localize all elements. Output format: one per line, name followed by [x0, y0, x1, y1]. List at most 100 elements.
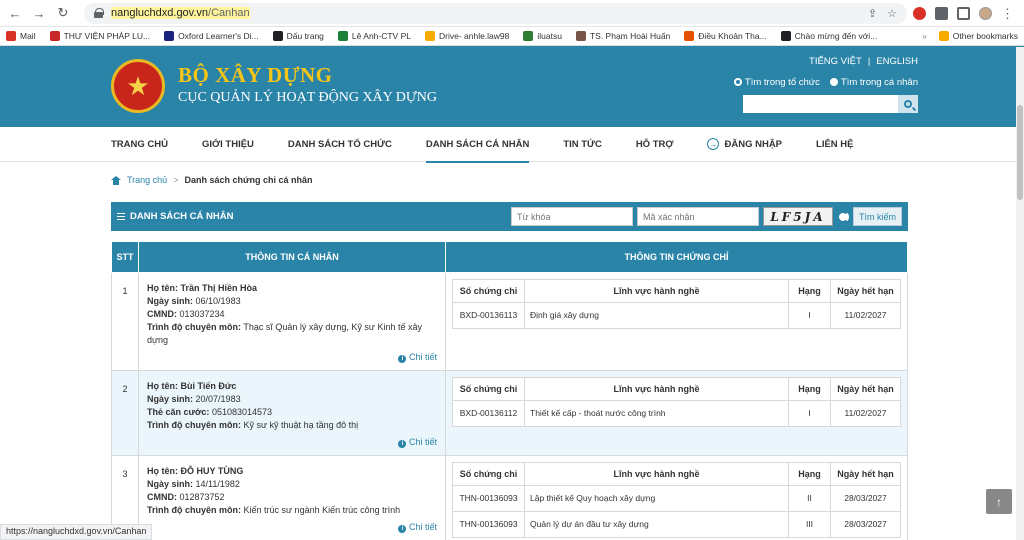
share-icon[interactable]: ⇪	[868, 7, 877, 20]
bookmarks-more[interactable]: »	[922, 31, 927, 41]
bookmark-item[interactable]: THƯ VIỆN PHÁP LU...	[49, 31, 150, 41]
nav-item[interactable]: DANH SÁCH TỔ CHỨC	[288, 127, 392, 162]
other-bookmarks[interactable]: Other bookmarks	[938, 31, 1018, 41]
cert-info: Số chứng chỉ Lĩnh vực hành nghề Hạng Ngày h…	[445, 455, 908, 540]
info-icon: i	[398, 525, 407, 533]
cert-col-expiry: Ngày hết hạn	[830, 377, 901, 401]
site-header: ★ BỘ XÂY DỰNG CỤC QUẢN LÝ HOẠT ĐỘNG XÂY …	[0, 46, 1024, 127]
cert-col-expiry: Ngày hết hạn	[830, 462, 901, 486]
site-title[interactable]: BỘ XÂY DỰNG	[178, 63, 332, 88]
person-id: 012873752	[179, 492, 225, 502]
person-id: 013037234	[179, 309, 225, 319]
bookmark-item[interactable]: iluatsu	[523, 31, 562, 41]
row-stt: 1	[111, 272, 139, 371]
bookmark-label: Chào mừng đến với...	[794, 31, 878, 41]
bookmark-icon	[780, 31, 791, 41]
menu-icon[interactable]: ⋮	[1001, 7, 1014, 20]
cert-col-rank: Hạng	[788, 279, 831, 303]
bookmark-item[interactable]: Lê Anh-CTV PL	[337, 31, 411, 41]
bookmark-icon	[164, 31, 175, 41]
star-icon: ★	[126, 71, 150, 101]
nav-item[interactable]: DANH SÁCH CÁ NHÂN	[425, 127, 530, 163]
cert-col-number: Số chứng chỉ	[452, 462, 525, 486]
nav-item[interactable]: HỖ TRỢ	[636, 127, 674, 162]
radio-icon[interactable]	[829, 78, 838, 86]
forward-icon[interactable]: →	[30, 4, 48, 22]
cert-col-field: Lĩnh vực hành nghề	[524, 462, 789, 486]
header-search-input[interactable]	[743, 95, 898, 113]
puzzle-icon[interactable]	[935, 6, 948, 20]
url-path: /Canhan	[208, 7, 250, 19]
bookmark-icon	[424, 31, 435, 41]
cert-row: THN-00136093 Quản lý dự án đầu tư xây dựn…	[452, 511, 901, 538]
address-bar[interactable]: nangluchdxd.gov.vn/Canhan ⇪ ☆	[84, 2, 907, 24]
extension-icon[interactable]	[913, 6, 926, 20]
cert-number: BXD-00136112	[452, 400, 525, 427]
id-label: Thẻ căn cước:	[147, 407, 210, 417]
bookmark-item[interactable]: Điều Khoản Tha...	[684, 31, 767, 41]
scroll-thumb[interactable]	[1017, 105, 1023, 200]
bookmark-item[interactable]: Chào mừng đến với...	[780, 31, 878, 41]
cert-number: BXD-00136113	[452, 302, 525, 329]
url-text[interactable]: nangluchdxd.gov.vn/Canhan	[111, 7, 250, 19]
profile-avatar[interactable]	[979, 6, 992, 20]
bookmark-item[interactable]: TS. Phạm Hoài Huấn	[575, 31, 671, 41]
cert-expiry: 11/02/2027	[830, 302, 901, 329]
bookmark-item[interactable]: Oxford Learner's Di...	[164, 31, 259, 41]
home-icon[interactable]	[111, 175, 121, 185]
nav-item[interactable]: GIỚI THIỆU	[202, 127, 254, 162]
cert-expiry: 28/03/2027	[830, 485, 901, 512]
header-search-button[interactable]	[898, 95, 918, 113]
captcha-input[interactable]	[637, 207, 759, 226]
detail-link[interactable]: i Chi tiết	[147, 521, 437, 534]
reload-icon[interactable]: ↻	[54, 4, 72, 22]
bookmark-icon	[337, 31, 348, 41]
breadcrumb-home[interactable]: Trang chủ	[127, 175, 167, 185]
cert-rank: II	[788, 485, 831, 512]
scope-org-option[interactable]: Tìm trong tổ chức	[733, 77, 820, 88]
nav-item[interactable]: LIÊN HỆ	[816, 127, 853, 162]
table-row: 1 Họ tên: Trần Thị Hiền Hòa Ngày sinh: 06/…	[111, 272, 908, 371]
cert-table: Số chứng chỉ Lĩnh vực hành nghề Hạng Ngày h…	[452, 377, 901, 427]
scope-person-label: Tìm trong cá nhân	[840, 77, 918, 88]
back-icon[interactable]: ←	[6, 4, 24, 22]
nav-item[interactable]: TIN TỨC	[563, 127, 602, 162]
detail-label: Chi tiết	[408, 352, 437, 362]
star-icon[interactable]: ☆	[887, 7, 897, 20]
list-toolbar: DANH SÁCH CÁ NHÂN LF5JA Tìm kiếm	[111, 202, 908, 231]
bookmark-item[interactable]: Drive- anhle.law98	[424, 31, 509, 41]
person-dob: 06/10/1983	[195, 296, 241, 306]
breadcrumb-current: Danh sách chứng chỉ cá nhân	[184, 175, 313, 185]
captcha-image: LF5JA	[763, 207, 833, 226]
lang-vietnamese[interactable]: TIẾNG VIỆT	[809, 56, 862, 67]
detail-label: Chi tiết	[408, 522, 437, 532]
back-to-top-button[interactable]: ↑	[986, 489, 1012, 514]
national-emblem-logo[interactable]: ★	[111, 59, 165, 113]
dob-line: Ngày sinh: 14/11/1982	[147, 478, 437, 491]
nav-item[interactable]: TRANG CHỦ	[111, 127, 168, 162]
nav-item-label: LIÊN HỆ	[816, 138, 854, 150]
table-row: 3 Họ tên: ĐỖ HUY TÙNG Ngày sinh: 14/11/198…	[111, 455, 908, 540]
detail-link[interactable]: i Chi tiết	[147, 351, 437, 364]
bookmark-item[interactable]: Mail	[6, 31, 36, 41]
cert-expiry: 11/02/2027	[830, 400, 901, 427]
detail-link[interactable]: i Chi tiết	[147, 436, 437, 449]
person-edu: Kiến trúc sư ngành Kiến trúc công trình	[243, 505, 401, 515]
bookmark-label: Oxford Learner's Di...	[178, 31, 259, 41]
edu-line: Trình độ chuyên môn: Thạc sĩ Quản lý xây…	[147, 321, 437, 347]
bookmark-icon	[575, 31, 586, 41]
lock-icon[interactable]	[94, 8, 104, 18]
keyword-input[interactable]	[511, 207, 633, 226]
radio-selected-icon[interactable]	[733, 78, 742, 86]
bookmark-label: TS. Phạm Hoài Huấn	[589, 31, 671, 41]
dob-label: Ngày sinh:	[147, 296, 194, 306]
scope-person-option[interactable]: Tìm trong cá nhân	[829, 77, 918, 88]
cert-table: Số chứng chỉ Lĩnh vực hành nghề Hạng Ngày h…	[452, 462, 901, 538]
bookmark-item[interactable]: Dấu trang	[272, 31, 324, 41]
scrollbar[interactable]	[1016, 47, 1024, 540]
lang-english[interactable]: ENGLISH	[876, 56, 918, 67]
nav-item[interactable]: → ĐĂNG NHẬP	[707, 127, 782, 162]
refresh-captcha-icon[interactable]	[837, 210, 849, 223]
search-button[interactable]: Tìm kiếm	[853, 207, 902, 226]
sidebar-icon[interactable]	[957, 6, 970, 20]
